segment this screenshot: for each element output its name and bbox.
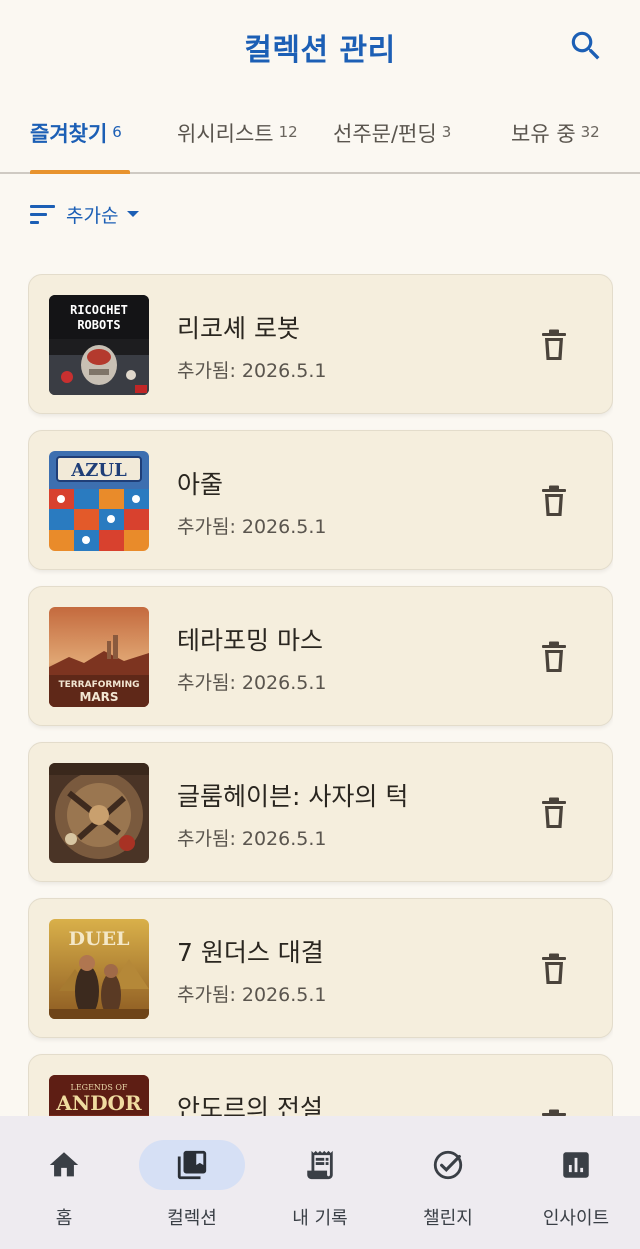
search-icon (571, 31, 600, 60)
caret-down-icon (127, 211, 140, 217)
tab-preorder[interactable]: 선주문/펀딩 3 (333, 118, 451, 174)
svg-text:MARS: MARS (79, 690, 118, 704)
tab-favorites[interactable]: 즐겨찾기 6 (30, 118, 122, 174)
delete-button[interactable] (536, 325, 572, 365)
game-title: 7 원더스 대결 (177, 938, 324, 967)
trash-icon (542, 485, 566, 516)
nav-icon-container (139, 1140, 245, 1190)
page-title: 컬렉션 관리 (244, 33, 396, 68)
list-item[interactable]: AZUL 아줄 추가됨: 2026.5.1 (28, 430, 613, 570)
receipt-icon (307, 1150, 333, 1180)
svg-text:AZUL: AZUL (70, 460, 127, 481)
trash-icon (542, 641, 566, 672)
nav-my-records[interactable]: 내 기록 (265, 1140, 375, 1240)
nav-icon-container (11, 1140, 117, 1190)
favorites-list: RICOCHET ROBOTS 리코셰 로봇 추가됨: 2026.5.1 AZU… (28, 274, 613, 1116)
added-date: 추가됨: 2026.5.1 (177, 984, 327, 1006)
game-title: 글룸헤이븐: 사자의 턱 (177, 782, 409, 811)
game-thumbnail (49, 763, 149, 863)
game-title: 아줄 (177, 470, 224, 499)
svg-text:TERRAFORMING: TERRAFORMING (58, 680, 139, 690)
game-thumbnail: TERRAFORMING MARS (49, 607, 149, 707)
game-thumbnail: AZUL (49, 451, 149, 551)
added-date: 추가됨: 2026.5.1 (177, 360, 327, 382)
svg-text:RICOCHET: RICOCHET (70, 303, 128, 317)
list-item[interactable]: LEGENDS OF ANDOR 안도르의 전설 (28, 1054, 613, 1116)
list-item[interactable]: RICOCHET ROBOTS 리코셰 로봇 추가됨: 2026.5.1 (28, 274, 613, 414)
tab-bar: 즐겨찾기 6 위시리스트 12 선주문/펀딩 3 보유 중 32 (0, 100, 640, 174)
list-item[interactable]: 글룸헤이븐: 사자의 턱 추가됨: 2026.5.1 (28, 742, 613, 882)
game-title: 안도르의 전설 (177, 1094, 323, 1116)
tab-label: 선주문/펀딩 (333, 122, 437, 146)
tab-owned[interactable]: 보유 중 32 (511, 118, 600, 174)
added-date: 추가됨: 2026.5.1 (177, 516, 327, 538)
delete-button[interactable] (536, 481, 572, 521)
nav-label: 컬렉션 (167, 1208, 217, 1229)
nav-challenge[interactable]: 챌린지 (393, 1140, 503, 1240)
tab-count: 12 (278, 123, 298, 141)
nav-icon-container (395, 1140, 501, 1190)
trash-icon (542, 953, 566, 984)
added-date: 추가됨: 2026.5.1 (177, 828, 327, 850)
tab-wishlist[interactable]: 위시리스트 12 (177, 118, 298, 174)
game-thumbnail: RICOCHET ROBOTS (49, 295, 149, 395)
game-title: 리코셰 로봇 (177, 314, 300, 343)
tab-count: 6 (112, 123, 122, 141)
delete-button[interactable] (536, 1105, 572, 1116)
bottom-navigation: 홈 컬렉션 내 기록 챌린지 인사이트 (0, 1116, 640, 1249)
search-button[interactable] (566, 26, 606, 66)
nav-home[interactable]: 홈 (9, 1140, 119, 1240)
list-item[interactable]: TERRAFORMING MARS 테라포밍 마스 추가됨: 2026.5.1 (28, 586, 613, 726)
nav-icon-container (267, 1140, 373, 1190)
game-title: 테라포밍 마스 (177, 626, 323, 655)
nav-label: 홈 (55, 1208, 73, 1229)
tab-label: 보유 중 (511, 122, 576, 146)
sort-label: 추가순 (66, 204, 119, 227)
check-circle-icon (433, 1150, 463, 1180)
delete-button[interactable] (536, 949, 572, 989)
delete-button[interactable] (536, 793, 572, 833)
trash-icon (542, 1109, 566, 1116)
list-item[interactable]: DUEL 7 원더스 대결 추가됨: 2026.5.1 (28, 898, 613, 1038)
trash-icon (542, 797, 566, 828)
game-thumbnail: LEGENDS OF ANDOR (49, 1075, 149, 1116)
nav-label: 인사이트 (542, 1208, 610, 1229)
nav-label: 챌린지 (423, 1208, 473, 1229)
sort-icon (30, 205, 55, 224)
game-thumbnail: DUEL (49, 919, 149, 1019)
added-date: 추가됨: 2026.5.1 (177, 672, 327, 694)
nav-collection[interactable]: 컬렉션 (137, 1140, 247, 1240)
tab-label: 위시리스트 (177, 122, 274, 146)
nav-icon-container (523, 1140, 629, 1190)
active-tab-indicator (30, 170, 130, 174)
nav-label: 내 기록 (292, 1208, 348, 1229)
tab-count: 32 (580, 123, 600, 141)
tab-count: 3 (441, 123, 452, 141)
home-icon (49, 1152, 79, 1177)
tab-label: 즐겨찾기 (30, 122, 108, 146)
trash-icon (542, 329, 566, 360)
svg-text:DUEL: DUEL (69, 928, 130, 950)
sort-dropdown[interactable]: 추가순 (30, 196, 144, 232)
insights-icon (563, 1152, 589, 1178)
nav-insights[interactable]: 인사이트 (521, 1140, 631, 1240)
delete-button[interactable] (536, 637, 572, 677)
svg-text:ANDOR: ANDOR (55, 1091, 142, 1115)
svg-text:ROBOTS: ROBOTS (77, 318, 120, 332)
collections-icon (177, 1150, 207, 1180)
app-header: 컬렉션 관리 (0, 0, 640, 96)
